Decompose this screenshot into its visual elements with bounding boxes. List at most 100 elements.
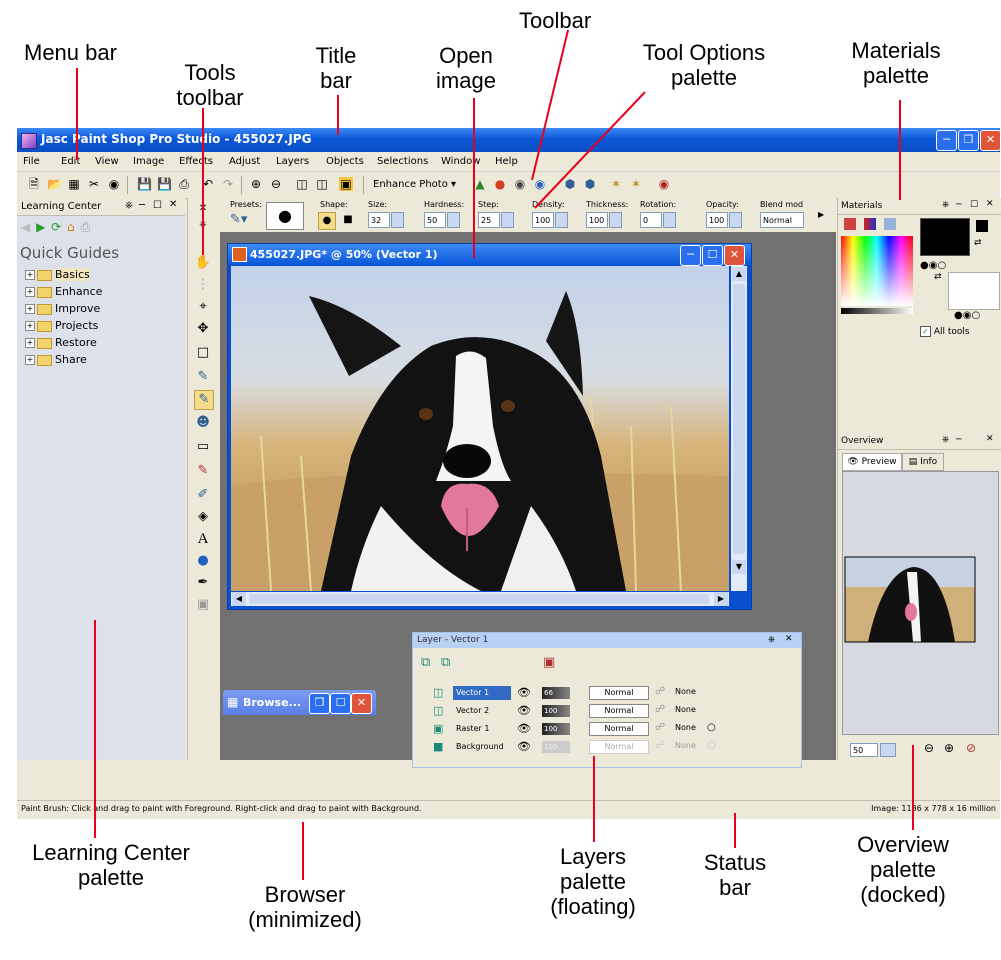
swap-colors-icon[interactable]: ⇄	[974, 238, 982, 248]
scroll-up-icon[interactable]: ▲	[732, 267, 746, 281]
pin-icon[interactable]: ⎈	[768, 635, 775, 645]
close-button[interactable]: ✕	[980, 130, 1001, 151]
blend-mode-select[interactable]: Normal	[760, 212, 804, 228]
expand-icon[interactable]: +	[25, 304, 35, 314]
layer-blend-mode[interactable]: Normal	[589, 686, 649, 700]
retouch-tool-icon[interactable]: ✎	[194, 462, 212, 480]
size-spinner[interactable]	[391, 212, 404, 228]
refresh-icon[interactable]: ⟳	[51, 220, 61, 234]
scroll-thumb[interactable]	[733, 284, 745, 554]
all-tools-checkbox[interactable]: ✓ All tools	[920, 326, 970, 337]
tree-item-projects[interactable]: + Projects	[25, 319, 98, 332]
object-selector-icon[interactable]: ▣	[194, 596, 212, 614]
clarify-icon[interactable]: ◉	[533, 177, 547, 191]
expand-icon[interactable]: +	[25, 321, 35, 331]
enhance-photo-button[interactable]: Enhance Photo ▾	[373, 179, 456, 190]
zoom-out-icon[interactable]: ⊖	[269, 177, 283, 191]
layer-mask-mode[interactable]: None	[675, 687, 696, 696]
sparkle-alt-icon[interactable]: ✶	[629, 177, 643, 191]
layer-name[interactable]: Background	[453, 740, 511, 754]
menu-view[interactable]: View	[95, 156, 119, 167]
pen-tool-icon[interactable]: ✒	[194, 574, 212, 592]
zoom-in-icon[interactable]: ⊕	[944, 741, 954, 755]
effect-browser-icon[interactable]: ⬢	[563, 177, 577, 191]
new-icon[interactable]: 🗎	[27, 177, 41, 191]
fill-tool-icon[interactable]: ◈	[194, 508, 212, 526]
overview-preview-area[interactable]	[842, 471, 999, 735]
size-field[interactable]: 32	[368, 212, 390, 228]
layer-row[interactable]: ◫ Vector 1 👁 66 Normal ☍ None	[417, 685, 795, 701]
visibility-eye-icon[interactable]: 👁	[517, 704, 531, 717]
new-group-icon[interactable]: ⧉	[441, 655, 450, 670]
link-icon[interactable]: ☍	[655, 722, 665, 733]
scroll-right-icon[interactable]: ▶	[714, 592, 728, 606]
undo-icon[interactable]: ↶	[201, 177, 215, 191]
menu-edit[interactable]: Edit	[61, 156, 80, 167]
image-maximize-button[interactable]: ☐	[702, 245, 723, 266]
zoom-in-icon[interactable]: ⊕	[249, 177, 263, 191]
browse-icon[interactable]: ▦	[67, 177, 81, 191]
menu-file[interactable]: File	[23, 156, 40, 167]
step-field[interactable]: 25	[478, 212, 500, 228]
thickness-spinner[interactable]	[609, 212, 622, 228]
opacity-field[interactable]: 100	[706, 212, 728, 228]
visibility-eye-icon[interactable]: 👁	[517, 722, 531, 735]
link-icon[interactable]: ☍	[655, 686, 665, 697]
pin-icon[interactable]: ⎈	[942, 200, 949, 210]
image-close-button[interactable]: ✕	[724, 245, 745, 266]
tree-item-share[interactable]: + Share	[25, 353, 87, 366]
sparkle-icon[interactable]: ✶	[609, 177, 623, 191]
browser-close-button[interactable]: ✕	[351, 693, 372, 714]
density-field[interactable]: 100	[532, 212, 554, 228]
pin-icon[interactable]: ⎈	[125, 200, 133, 211]
selection-tool-icon[interactable]: ⋮	[194, 276, 212, 294]
opacity-spinner[interactable]	[729, 212, 742, 228]
save-as-icon[interactable]: 💾	[157, 177, 172, 191]
style-icon[interactable]: ●◉○	[954, 310, 980, 321]
shape-tool-icon[interactable]: ●	[194, 552, 212, 570]
zoom-actual-icon[interactable]: ⊘	[966, 741, 976, 755]
close-icon[interactable]: ✕	[785, 634, 793, 644]
zoom-field[interactable]: 50	[850, 743, 878, 757]
image-horizontal-scrollbar[interactable]: ◀ ▶	[231, 592, 729, 606]
foreground-swatch[interactable]	[920, 218, 970, 256]
tab-preview[interactable]: 👁 Preview	[842, 453, 902, 471]
red-eye-fix-icon[interactable]: ◉	[513, 177, 527, 191]
pin-icon[interactable]: ⎈	[194, 216, 212, 234]
thickness-field[interactable]: 100	[586, 212, 608, 228]
minimize-icon[interactable]: ─	[139, 200, 145, 211]
marquee-tool-icon[interactable]: □	[194, 344, 212, 362]
layer-blend-mode[interactable]: Normal	[589, 704, 649, 718]
color-picker[interactable]	[841, 236, 913, 306]
rotation-field[interactable]: 0	[640, 212, 662, 228]
lock-icon[interactable]: ○	[707, 740, 716, 751]
layer-mask-mode[interactable]: None	[675, 705, 696, 714]
resize-icon[interactable]: ◫	[315, 177, 329, 191]
brush-shape-preview[interactable]: ●	[266, 202, 304, 230]
menu-selections[interactable]: Selections	[377, 156, 428, 167]
hardness-spinner[interactable]	[447, 212, 460, 228]
save-icon[interactable]: 💾	[137, 177, 152, 191]
hardness-field[interactable]: 50	[424, 212, 446, 228]
tree-item-restore[interactable]: + Restore	[25, 336, 97, 349]
expand-icon[interactable]: +	[25, 270, 35, 280]
layer-blend-mode[interactable]: Normal	[589, 740, 649, 754]
restore-button[interactable]: ❐	[958, 130, 979, 151]
round-shape-icon[interactable]: ●	[318, 212, 336, 230]
maximize-icon[interactable]: ☐	[970, 200, 978, 210]
layer-row[interactable]: ■ Background 👁 100 Normal ☍ None ○	[417, 739, 795, 755]
minimize-icon[interactable]: ─	[956, 435, 961, 445]
scroll-thumb[interactable]	[249, 594, 709, 604]
scroll-left-icon[interactable]: ◀	[232, 592, 246, 606]
color-balance-icon[interactable]: ●	[493, 177, 507, 191]
layer-opacity[interactable]: 66	[542, 687, 570, 699]
crop-tool-icon[interactable]: ⌖	[194, 298, 212, 316]
eye-icon[interactable]: ◉	[657, 177, 671, 191]
more-options-icon[interactable]: ▶	[818, 210, 824, 219]
browser-restore-button[interactable]: ❐	[309, 693, 330, 714]
visibility-eye-icon[interactable]: 👁	[517, 686, 531, 699]
square-shape-icon[interactable]: ■	[340, 212, 356, 228]
close-icon[interactable]: ✕	[986, 199, 994, 209]
layer-name[interactable]: Raster 1	[453, 722, 511, 736]
menu-help[interactable]: Help	[495, 156, 518, 167]
